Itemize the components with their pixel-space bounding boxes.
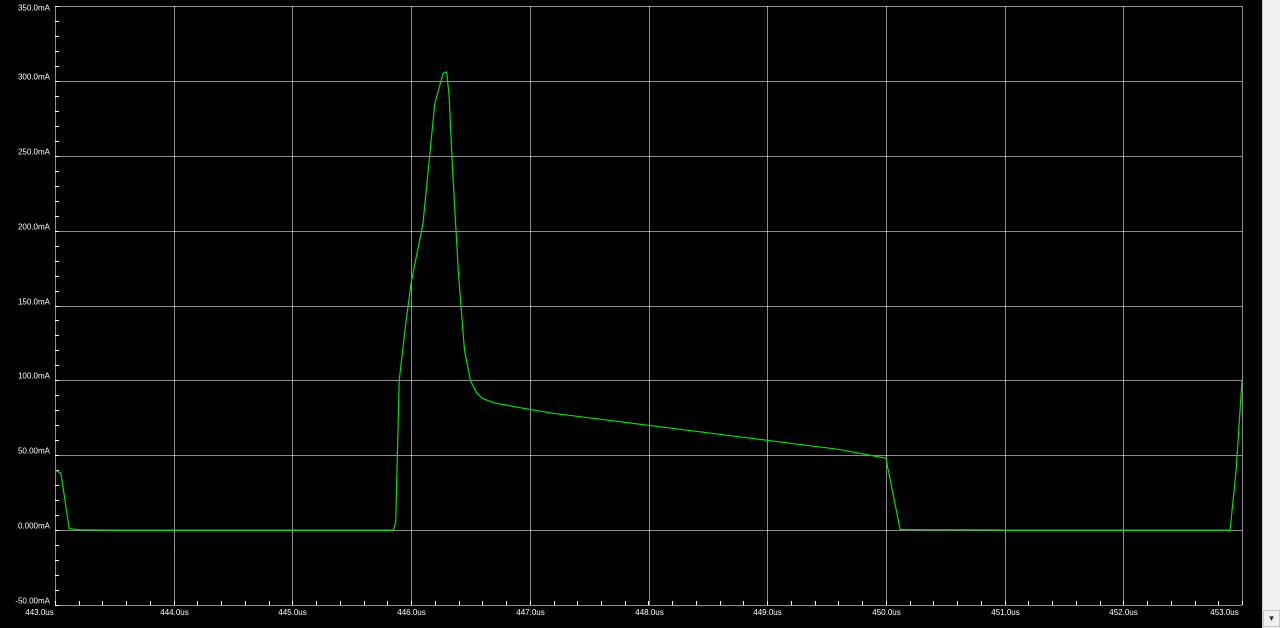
x-tick-label: 450.0us [872,608,900,617]
x-tick-label: 446.0us [397,608,425,617]
grid [55,6,1243,606]
y-tick-label: 350.0mA [18,4,51,13]
y-tick-label: 0.000mA [18,522,51,531]
x-tick-label: 447.0us [516,608,544,617]
x-tick-label: 444.0us [160,608,188,617]
x-tick-label: 451.0us [991,608,1019,617]
y-tick-label: 50.00mA [18,447,51,456]
x-tick-label: 448.0us [635,608,663,617]
y-tick-label: 200.0mA [18,223,51,232]
vertical-scrollbar[interactable] [1262,0,1280,628]
y-tick-label: 300.0mA [18,73,51,82]
waveform-plot: 350.0mA 300.0mA 250.0mA 200.0mA 150.0mA 100.0… [15,4,1243,617]
x-tick-label: 452.0us [1109,608,1137,617]
scroll-down-arrow-icon[interactable]: ▾ [1263,610,1280,627]
y-tick-label: -50.00mA [15,597,50,606]
x-tick-label: 443.0us [25,608,53,617]
y-tick-label: 100.0mA [18,372,51,381]
x-axis-tick-labels: 443.0us 444.0us 445.0us 446.0us 447.0us 448.0… [25,608,1238,617]
bottom-strip [0,620,1262,628]
x-tick-label: 445.0us [278,608,306,617]
x-tick-label: 449.0us [753,608,781,617]
y-tick-label: 150.0mA [18,298,51,307]
y-axis-tick-labels: 350.0mA 300.0mA 250.0mA 200.0mA 150.0mA 100.0… [15,4,50,606]
y-tick-label: 250.0mA [18,148,51,157]
traces [54,71,1243,531]
trace-series-0 [54,71,1243,531]
x-tick-label: 453.0us [1210,608,1238,617]
